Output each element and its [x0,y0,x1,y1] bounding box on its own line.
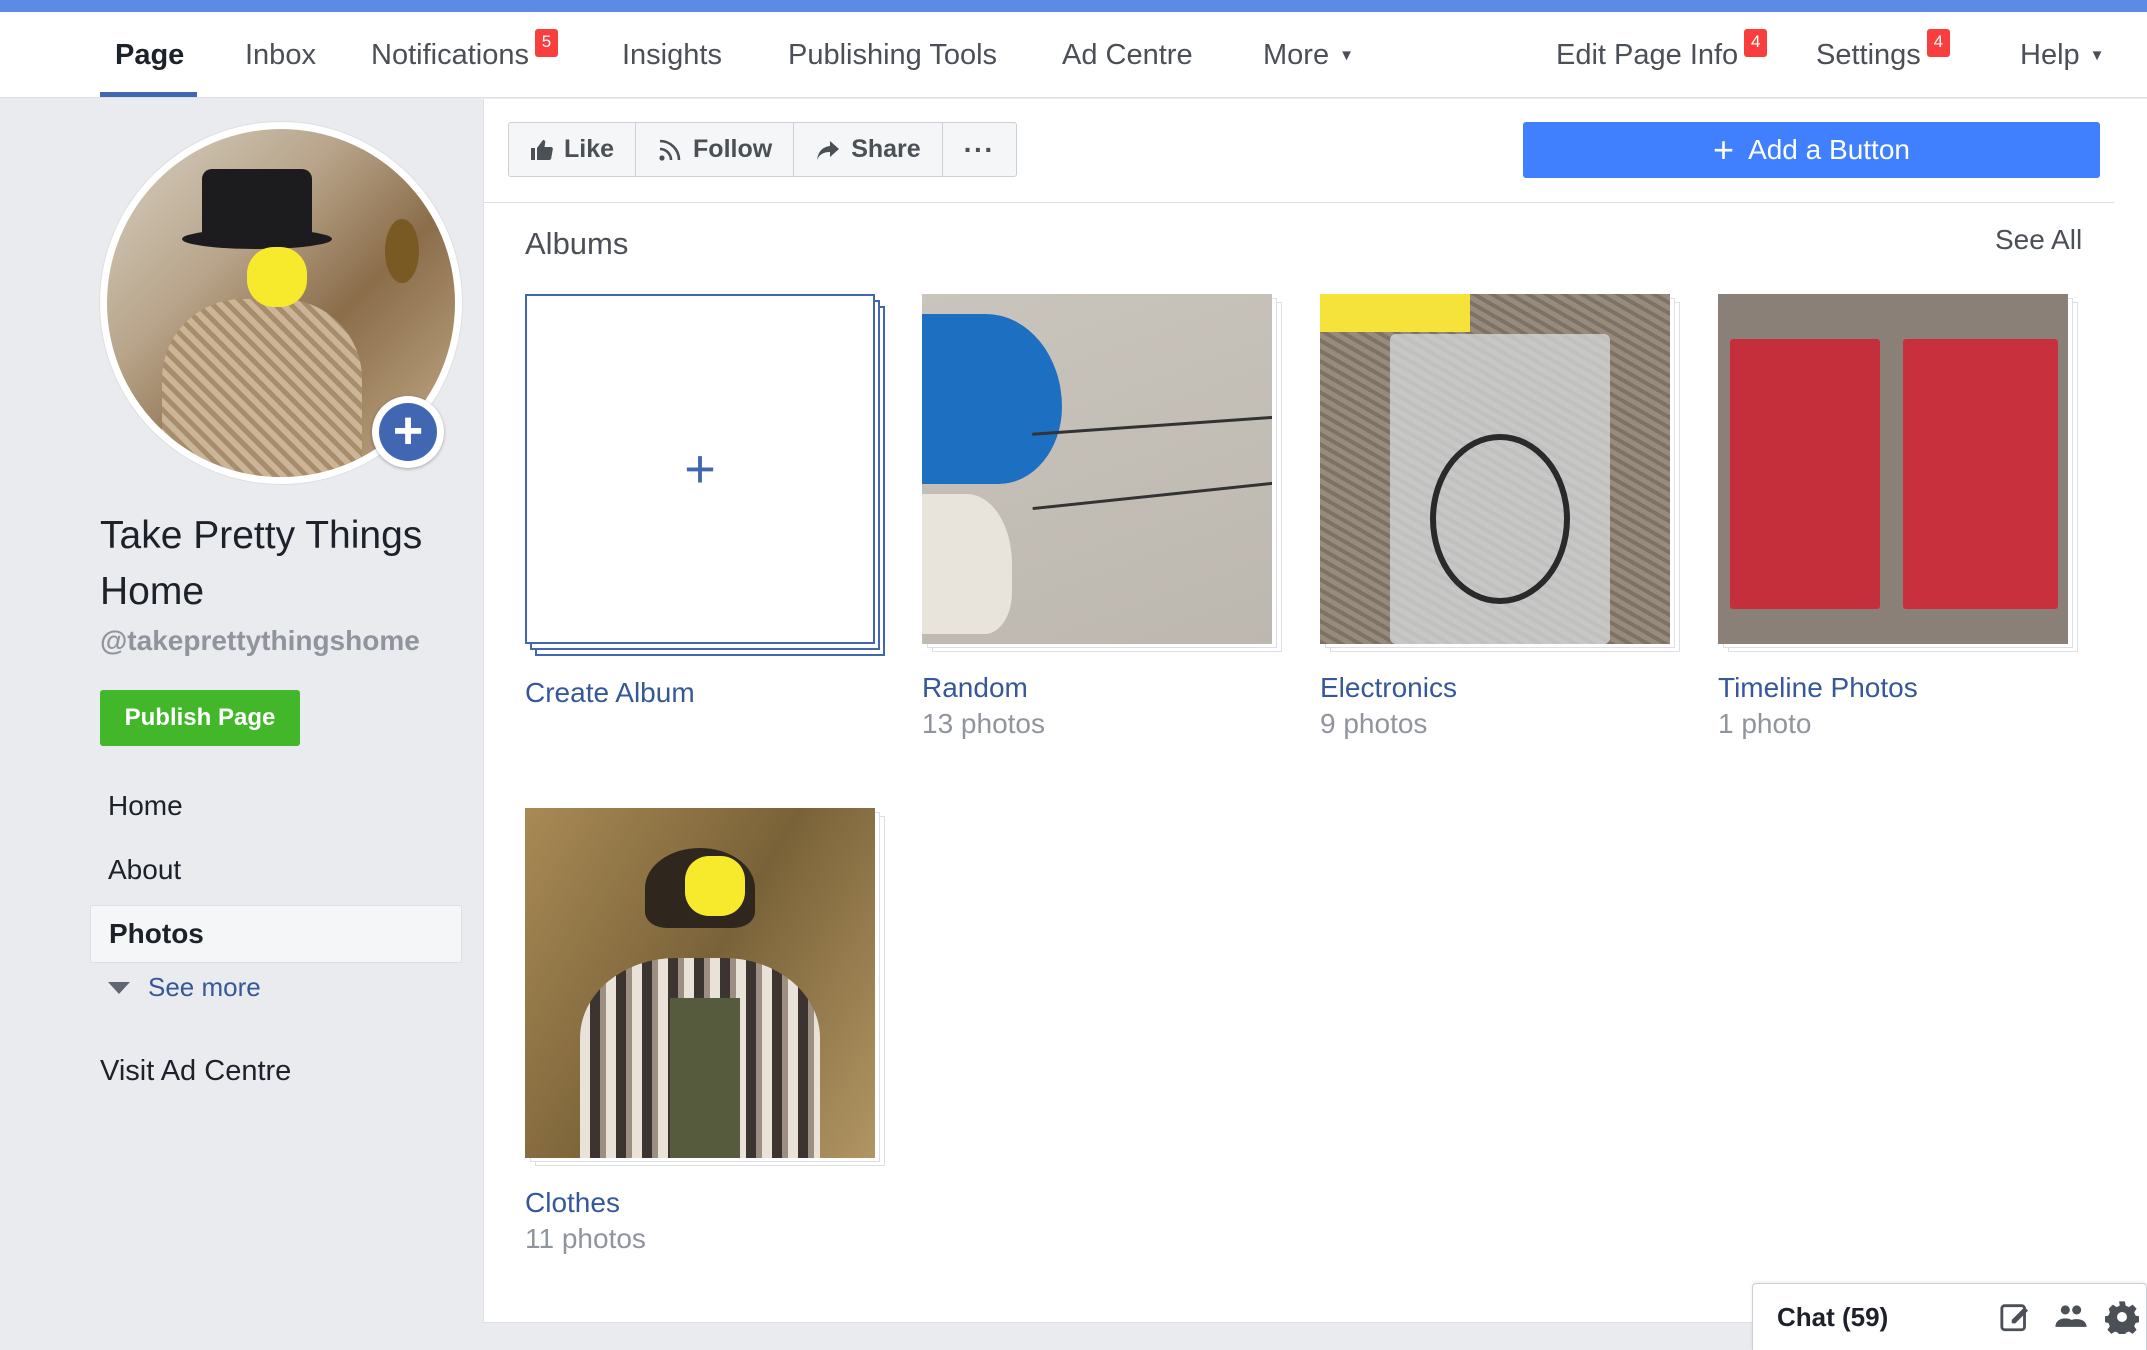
caret-down-icon: ▼ [1339,46,1354,64]
tab-notifications[interactable]: Notifications 5 [371,12,558,98]
notifications-badge: 5 [534,29,558,57]
white-bag-shape [922,494,1012,634]
tab-help-label: Help [2020,38,2080,71]
cable-line [1032,415,1272,436]
albums-heading: Albums [525,226,629,261]
blue-bag-shape [922,314,1062,484]
album-name-electronics[interactable]: Electronics [1320,672,1457,704]
ellipsis-icon: ··· [963,133,995,165]
page-username: @takeprettythingshome [100,625,420,656]
like-label: Like [564,135,615,163]
publish-page-button[interactable]: Publish Page [100,690,300,746]
album-count-clothes: 11 photos [525,1223,646,1254]
tab-settings[interactable]: Settings 4 [1816,12,1950,98]
red-book-shape [1730,339,1880,609]
settings-badge: 4 [1926,29,1950,57]
share-label: Share [851,135,921,163]
header-divider [484,202,2114,203]
tab-ad-centre[interactable]: Ad Centre [1062,12,1193,98]
chat-label[interactable]: Chat (59) [1777,1302,1888,1333]
tab-edit-page-info-label: Edit Page Info [1556,38,1739,71]
plus-icon: + [379,403,437,461]
tab-edit-page-info[interactable]: Edit Page Info 4 [1556,12,1768,98]
visit-ad-centre-link[interactable]: Visit Ad Centre [100,1055,291,1088]
face-redaction-shape [685,856,745,916]
tab-help[interactable]: Help ▼ [2020,12,2105,98]
album-thumbnail-electronics[interactable] [1320,294,1670,644]
compose-icon[interactable] [1999,1300,2033,1334]
plus-icon: + [684,439,716,499]
sidebar-item-home[interactable]: Home [90,777,462,835]
see-more-label: See more [148,972,261,1002]
avatar-figure-body [162,299,362,477]
page-action-buttons: Like Follow Share ··· [508,122,1017,177]
rss-follow-icon [659,139,681,161]
album-thumbnail-clothes[interactable] [525,808,875,1158]
tab-page[interactable]: Page [115,12,184,98]
tab-settings-label: Settings [1816,38,1921,71]
top-accent-stripe [0,0,2147,12]
active-tab-underline [100,92,197,97]
follow-button[interactable]: Follow [636,123,795,176]
add-a-button-button[interactable]: + Add a Button [1523,122,2100,178]
avatar-pineapple [385,219,419,283]
tab-inbox[interactable]: Inbox [245,12,316,98]
tab-insights[interactable]: Insights [622,12,722,98]
create-album-tile[interactable]: + [525,294,875,644]
more-options-button[interactable]: ··· [943,123,1016,176]
cable-line [1032,480,1272,511]
chat-bar[interactable]: Chat (59) [1752,1283,2147,1350]
see-all-link[interactable]: See All [1995,224,2082,256]
see-more-link[interactable]: See more [108,972,261,1003]
like-button[interactable]: Like [509,123,637,176]
edit-page-info-badge: 4 [1744,29,1768,57]
album-name-random[interactable]: Random [922,672,1028,704]
page-title: Take Pretty Things Home [100,514,423,613]
share-arrow-icon [817,140,840,160]
tab-more-label: More [1263,38,1330,71]
sidebar-item-photos[interactable]: Photos [90,905,462,963]
add-profile-photo-button[interactable]: + [372,396,444,468]
cable-bundle-shape [1430,434,1570,604]
sidebar-item-about[interactable]: About [90,841,462,899]
caret-down-icon: ▼ [2089,46,2105,64]
triangle-down-icon [108,981,130,994]
avatar-hat [202,169,312,239]
album-name-clothes[interactable]: Clothes [525,1187,620,1219]
tab-notifications-label: Notifications [371,38,529,71]
yellow-tag-shape [1320,294,1470,332]
share-button[interactable]: Share [794,123,943,176]
page-top-navbar: Page Inbox Notifications 5 Insights Publ… [0,12,2147,98]
album-thumbnail-timeline-photos[interactable] [1718,294,2068,644]
album-count-timeline-photos: 1 photo [1718,708,1812,739]
plus-icon: + [1713,129,1735,170]
shirt-shape [670,998,740,1158]
red-book-shape [1903,339,2058,609]
create-album-link[interactable]: Create Album [525,677,695,709]
tab-more[interactable]: More ▼ [1263,12,1354,98]
album-count-electronics: 9 photos [1320,708,1428,739]
avatar-face-redaction [247,247,307,307]
tab-publishing-tools[interactable]: Publishing Tools [788,12,997,98]
people-icon[interactable] [2053,1300,2089,1334]
album-thumbnail-random[interactable] [922,294,1272,644]
album-name-timeline-photos[interactable]: Timeline Photos [1718,672,1918,704]
add-a-button-label: Add a Button [1748,134,1910,165]
follow-label: Follow [693,135,773,163]
gear-icon[interactable] [2105,1300,2139,1334]
thumbs-up-icon [531,139,553,160]
album-count-random: 13 photos [922,708,1045,739]
